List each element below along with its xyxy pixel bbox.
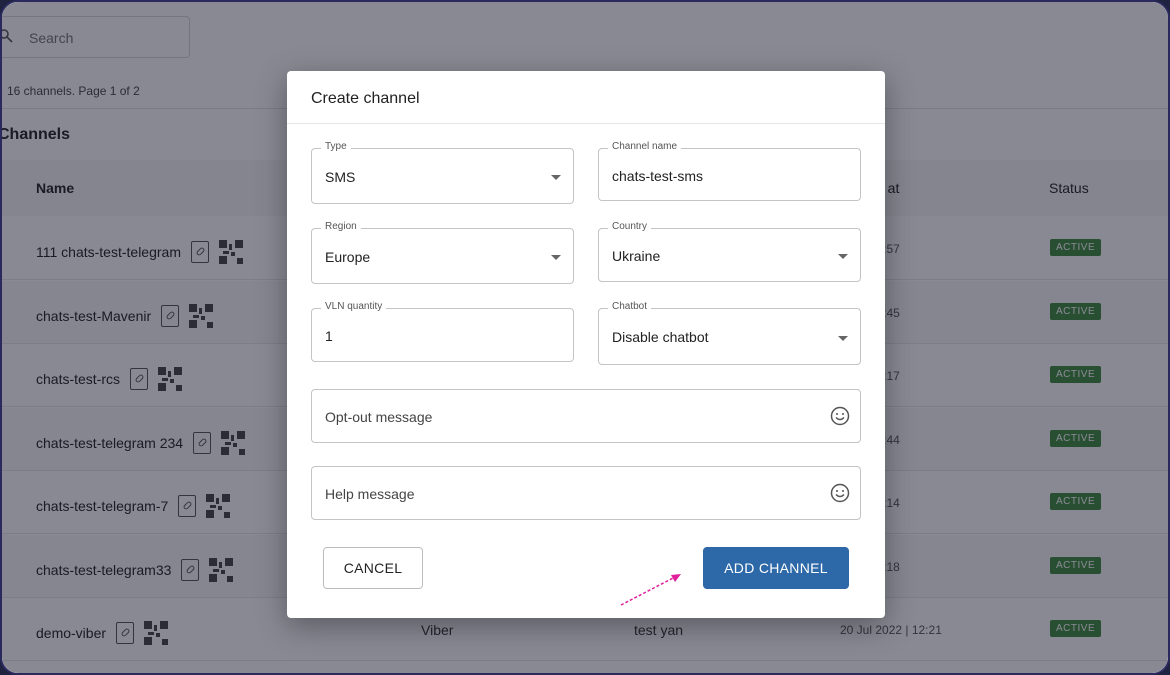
chevron-down-icon (551, 255, 561, 260)
country-select[interactable]: Country Ukraine (598, 221, 861, 282)
region-select[interactable]: Region Europe (311, 221, 574, 284)
type-label: Type (321, 141, 351, 152)
emoji-icon[interactable] (830, 406, 850, 426)
chevron-down-icon (838, 336, 848, 341)
chatbot-label: Chatbot (608, 301, 652, 312)
country-value: Ukraine (612, 248, 661, 264)
chevron-down-icon (838, 254, 848, 259)
chevron-down-icon (551, 175, 561, 180)
vln-quantity-label: VLN quantity (321, 301, 387, 312)
help-message-field[interactable]: Help message (311, 466, 861, 520)
vln-quantity-field[interactable]: VLN quantity 1 (311, 301, 574, 362)
app-frame: Search 16 channels. Page 1 of 2 Channels… (0, 0, 1170, 675)
emoji-icon[interactable] (830, 483, 850, 503)
help-placeholder: Help message (325, 486, 415, 502)
dialog-title: Create channel (311, 90, 420, 107)
type-value: SMS (325, 169, 356, 185)
country-label: Country (608, 221, 652, 232)
cancel-button[interactable]: CANCEL (323, 547, 423, 589)
optout-message-field[interactable]: Opt-out message (311, 389, 861, 443)
type-select[interactable]: Type SMS (311, 141, 574, 204)
optout-placeholder: Opt-out message (325, 409, 433, 425)
region-value: Europe (325, 249, 371, 265)
channel-name-field[interactable]: Channel name chats-test-sms (598, 141, 861, 201)
channel-name-label: Channel name (608, 141, 682, 152)
annotation-arrow-icon (620, 574, 681, 606)
create-channel-dialog: Create channel Type SMS Channel name cha… (287, 71, 885, 618)
region-label: Region (321, 221, 361, 232)
chatbot-value: Disable chatbot (612, 329, 709, 345)
add-channel-button[interactable]: ADD CHANNEL (703, 547, 849, 589)
channel-name-value: chats-test-sms (612, 168, 704, 184)
vln-quantity-value: 1 (325, 328, 333, 344)
divider (287, 123, 885, 124)
chatbot-select[interactable]: Chatbot Disable chatbot (598, 301, 861, 365)
